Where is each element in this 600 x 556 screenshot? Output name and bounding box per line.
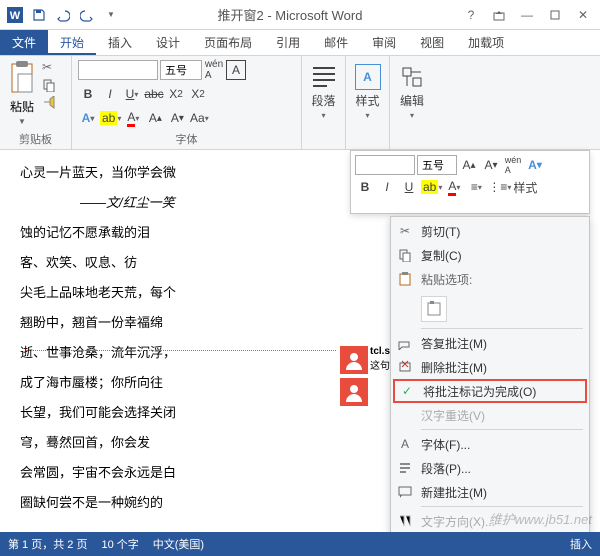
tab-review[interactable]: 审阅 <box>360 30 408 55</box>
group-clipboard-label: 剪贴板 <box>0 131 71 147</box>
cm-reconvert: 汉字重选(V) <box>393 403 587 427</box>
ribbon-options-icon[interactable] <box>486 4 512 26</box>
highlight-button[interactable]: ab▾ <box>100 108 121 128</box>
new-comment-icon <box>397 484 413 500</box>
ribbon-tabs: 文件 开始 插入 设计 页面布局 引用 邮件 审阅 视图 加载项 <box>0 30 600 56</box>
cm-reply-comment[interactable]: 答复批注(M) <box>393 331 587 355</box>
tab-design[interactable]: 设计 <box>144 30 192 55</box>
copy-icon[interactable] <box>42 78 60 94</box>
mini-bullets[interactable]: ≡▾ <box>466 177 486 197</box>
tab-insert[interactable]: 插入 <box>96 30 144 55</box>
svg-text:W: W <box>10 10 21 22</box>
tab-addins[interactable]: 加载项 <box>456 30 516 55</box>
window-controls: ? — ✕ <box>458 4 600 26</box>
title-bar: W ▼ 推开窗2 - Microsoft Word ? — ✕ <box>0 0 600 30</box>
status-words[interactable]: 10 个字 <box>101 536 138 552</box>
superscript-button[interactable]: X2 <box>188 84 208 104</box>
cm-cut[interactable]: ✂剪切(T) <box>393 219 587 243</box>
mini-grow-font[interactable]: A▴ <box>459 155 479 175</box>
maximize-icon[interactable] <box>542 4 568 26</box>
cm-font[interactable]: A字体(F)... <box>393 432 587 456</box>
text-effects-button[interactable]: A▾ <box>78 108 98 128</box>
mini-font-select[interactable] <box>355 155 415 175</box>
char-border-icon[interactable]: A <box>226 60 246 80</box>
cm-delete-comment[interactable]: 删除批注(M) <box>393 355 587 379</box>
close-icon[interactable]: ✕ <box>570 4 596 26</box>
mini-shrink-font[interactable]: A▾ <box>481 155 501 175</box>
help-icon[interactable]: ? <box>458 4 484 26</box>
styles-button[interactable]: A 样式 ▾ <box>351 60 385 124</box>
tab-mailings[interactable]: 邮件 <box>312 30 360 55</box>
bold-button[interactable]: B <box>78 84 98 104</box>
grow-font-button[interactable]: A▴ <box>145 108 165 128</box>
mini-size-select[interactable]: 五号 <box>417 155 457 175</box>
mini-bold[interactable]: B <box>355 177 375 197</box>
mini-pinyin-icon[interactable]: wénA <box>503 155 523 175</box>
reply-icon <box>397 335 413 351</box>
qat-dropdown-icon[interactable]: ▼ <box>100 4 122 26</box>
window-title: 推开窗2 - Microsoft Word <box>122 5 458 24</box>
mini-italic[interactable]: I <box>377 177 397 197</box>
cm-paste-header: 粘贴选项: <box>393 267 587 292</box>
tab-layout[interactable]: 页面布局 <box>192 30 264 55</box>
save-icon[interactable] <box>28 4 50 26</box>
font-size-select[interactable]: 五号 <box>160 60 202 80</box>
ribbon: 粘贴 ▼ ✂ 剪贴板 五号 wénA A B I U▾ abc X2 X2 <box>0 56 600 150</box>
cm-paragraph[interactable]: 段落(P)... <box>393 456 587 480</box>
paste-option-keep-source[interactable] <box>421 296 447 322</box>
cm-copy[interactable]: 复制(C) <box>393 243 587 267</box>
underline-button[interactable]: U▾ <box>122 84 142 104</box>
tab-home[interactable]: 开始 <box>48 30 96 55</box>
status-insert[interactable]: 插入 <box>570 536 592 552</box>
cm-text-direction: 文字方向(X)... <box>393 509 587 533</box>
mini-styles-button[interactable]: A▾ <box>525 155 545 175</box>
copy-icon <box>397 247 413 263</box>
status-bar: 第 1 页，共 2 页 10 个字 中文(美国) 插入 <box>0 532 600 556</box>
mini-styles-label[interactable]: 样式 <box>513 177 537 197</box>
redo-icon[interactable] <box>76 4 98 26</box>
text-direction-icon <box>397 513 413 529</box>
tab-references[interactable]: 引用 <box>264 30 312 55</box>
cm-new-comment[interactable]: 新建批注(M) <box>393 480 587 504</box>
checkmark-icon: ✓ <box>399 383 415 399</box>
tab-file[interactable]: 文件 <box>0 30 48 55</box>
paragraph-button[interactable]: 段落 ▾ <box>307 60 341 124</box>
cm-mark-done[interactable]: ✓将批注标记为完成(O) <box>393 379 587 403</box>
group-font-label: 字体 <box>72 131 301 147</box>
shrink-font-button[interactable]: A▾ <box>167 108 187 128</box>
undo-icon[interactable] <box>52 4 74 26</box>
mini-highlight[interactable]: ab▾ <box>421 177 442 197</box>
editing-button[interactable]: 编辑 ▾ <box>395 60 429 124</box>
context-menu: ✂剪切(T) 复制(C) 粘贴选项: 答复批注(M) 删除批注(M) ✓将批注标… <box>390 216 590 536</box>
minimize-icon[interactable]: — <box>514 4 540 26</box>
pinyin-icon[interactable]: wénA <box>204 60 224 80</box>
font-family-select[interactable] <box>78 60 158 80</box>
mini-toolbar: 五号 A▴ A▾ wénA A▾ B I U ab▾ A▾ ≡▾ ⋮≡▾ 样式 <box>350 150 590 214</box>
status-page[interactable]: 第 1 页，共 2 页 <box>8 536 87 552</box>
paste-button[interactable]: 粘贴 ▼ <box>6 60 38 126</box>
format-painter-icon[interactable] <box>42 96 60 112</box>
delete-comment-icon <box>397 359 413 375</box>
status-language[interactable]: 中文(美国) <box>153 536 204 552</box>
change-case-button[interactable]: Aa▾ <box>189 108 209 128</box>
mini-underline[interactable]: U <box>399 177 419 197</box>
paragraph-icon <box>397 460 413 476</box>
font-color-button[interactable]: A▾ <box>123 108 143 128</box>
scissors-icon: ✂ <box>397 223 413 239</box>
clipboard-icon <box>397 271 413 287</box>
strikethrough-button[interactable]: abc <box>144 84 164 104</box>
avatar-icon <box>340 346 368 374</box>
cut-icon[interactable]: ✂ <box>42 60 60 76</box>
subscript-button[interactable]: X2 <box>166 84 186 104</box>
mini-font-color[interactable]: A▾ <box>444 177 464 197</box>
tab-view[interactable]: 视图 <box>408 30 456 55</box>
mini-numbering[interactable]: ⋮≡▾ <box>488 177 511 197</box>
word-icon[interactable]: W <box>4 4 26 26</box>
italic-button[interactable]: I <box>100 84 120 104</box>
quick-access-toolbar: W ▼ <box>0 4 122 26</box>
font-icon: A <box>397 436 413 452</box>
avatar-icon <box>340 378 368 406</box>
